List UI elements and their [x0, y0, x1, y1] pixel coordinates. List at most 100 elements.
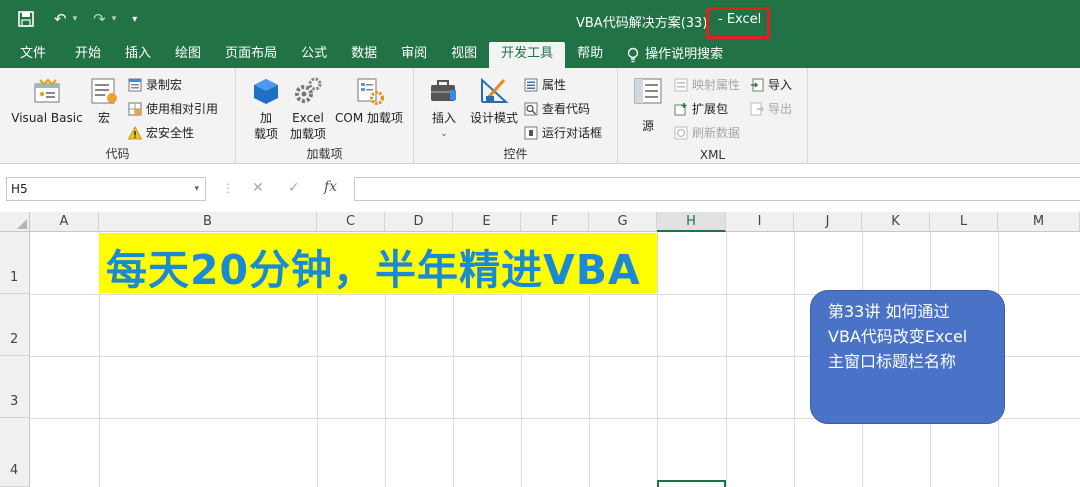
row-header-2[interactable]: 2: [0, 294, 30, 356]
tab-formulas[interactable]: 公式: [289, 42, 339, 68]
checkmark-icon[interactable]: ✓: [288, 180, 300, 196]
refresh-icon: [674, 126, 688, 139]
map-properties-label: 映射属性: [692, 78, 741, 92]
tell-me-search[interactable]: 操作说明搜索: [615, 42, 735, 68]
macros-label: 宏: [97, 111, 110, 125]
relative-reference-button[interactable]: 使用相对引用: [128, 100, 218, 117]
undo-icon[interactable]: ↶: [54, 10, 67, 28]
redo-dropdown-icon[interactable]: ▾: [112, 14, 117, 24]
com-addins-icon: [357, 78, 384, 105]
column-header-d[interactable]: D: [385, 212, 453, 232]
column-header-a[interactable]: A: [30, 212, 99, 232]
grid-line: [794, 232, 795, 487]
tab-insert[interactable]: 插入: [113, 42, 163, 68]
column-header-i[interactable]: I: [726, 212, 794, 232]
column-header-e[interactable]: E: [453, 212, 521, 232]
excel-addins-button[interactable]: Excel 加载项: [288, 76, 328, 142]
insert-control-button[interactable]: 插入 ⌄: [426, 76, 462, 142]
column-header-k[interactable]: K: [862, 212, 930, 232]
tab-developer[interactable]: 开发工具: [489, 42, 566, 68]
group-code-label: 代码: [105, 147, 130, 161]
properties-label: 属性: [542, 78, 567, 92]
note-line-1: 第33讲 如何通过: [828, 302, 950, 321]
cancel-icon[interactable]: ✕: [252, 180, 264, 196]
refresh-data-label: 刷新数据: [692, 126, 741, 140]
tab-page-layout[interactable]: 页面布局: [213, 42, 289, 68]
column-header-h[interactable]: H: [657, 212, 726, 232]
formula-bar-grip-icon: ⋮: [222, 181, 234, 195]
tab-file[interactable]: 文件: [0, 42, 63, 68]
save-icon[interactable]: [18, 11, 34, 27]
macro-security-button[interactable]: 宏安全性: [128, 124, 194, 141]
addins-label-line1: 加: [259, 111, 272, 125]
column-header-b[interactable]: B: [99, 212, 317, 232]
window-title: VBA代码解决方案(33): [576, 16, 708, 31]
column-header-j[interactable]: J: [794, 212, 862, 232]
redo-icon[interactable]: ↷: [93, 10, 106, 28]
expansion-packs-button[interactable]: 扩展包: [674, 100, 728, 117]
name-box-value: H5: [11, 182, 28, 196]
tab-data[interactable]: 数据: [339, 42, 389, 68]
highlight-box: [706, 7, 770, 39]
macros-button[interactable]: 宏: [86, 76, 122, 126]
column-header-l[interactable]: L: [930, 212, 998, 232]
export-button[interactable]: 导出: [750, 100, 792, 117]
row-header-1[interactable]: 1: [0, 232, 30, 294]
lesson-note-shape[interactable]: 第33讲 如何通过 VBA代码改变Excel 主窗口标题栏名称: [810, 290, 1005, 424]
visual-basic-label: Visual Basic: [11, 111, 83, 125]
banner-text: 每天20分钟，半年精进VBA: [106, 246, 641, 294]
xml-source-button[interactable]: 源: [632, 76, 664, 134]
row-header-3[interactable]: 3: [0, 356, 30, 418]
group-addins: 加 载项 Excel 加载项 COM 加载项 加载项: [236, 68, 414, 164]
macros-icon: [91, 78, 117, 104]
name-box-dropdown-icon[interactable]: ▾: [194, 178, 199, 200]
refresh-data-button[interactable]: 刷新数据: [674, 124, 740, 141]
expansion-packs-icon: [674, 102, 687, 115]
visual-basic-button[interactable]: Visual Basic: [10, 76, 84, 126]
properties-button[interactable]: 属性: [524, 76, 566, 93]
record-macro-button[interactable]: 录制宏: [128, 76, 182, 93]
relative-reference-icon: [128, 102, 142, 115]
addins-button[interactable]: 加 载项: [248, 76, 284, 142]
row-header-4[interactable]: 4: [0, 418, 30, 487]
grid-line: [657, 232, 658, 487]
run-dialog-label: 运行对话框: [542, 126, 603, 140]
com-addins-button[interactable]: COM 加载项: [332, 76, 406, 126]
import-button[interactable]: 导入: [750, 76, 792, 93]
properties-icon: [524, 78, 538, 91]
column-header-g[interactable]: G: [589, 212, 657, 232]
relative-reference-label: 使用相对引用: [146, 102, 219, 116]
formula-bar: H5 ▾ ⋮ ✕ ✓ fx: [0, 176, 1080, 202]
column-header-m[interactable]: M: [998, 212, 1080, 232]
tab-help[interactable]: 帮助: [565, 42, 615, 68]
tab-draw[interactable]: 绘图: [163, 42, 213, 68]
tab-home[interactable]: 开始: [63, 42, 113, 68]
undo-dropdown-icon[interactable]: ▾: [73, 14, 78, 24]
export-label: 导出: [768, 102, 793, 116]
tab-view[interactable]: 视图: [439, 42, 489, 68]
map-properties-icon: [674, 78, 688, 91]
run-dialog-icon: [524, 126, 538, 139]
note-line-2: VBA代码改变Excel: [828, 327, 968, 346]
column-header-f[interactable]: F: [521, 212, 589, 232]
formula-input[interactable]: [354, 177, 1080, 201]
ribbon-tabs: 文件 开始 插入 绘图 页面布局 公式 数据 审阅 视图 开发工具 帮助 操作说…: [0, 42, 1080, 68]
insert-control-dropdown-icon: ⌄: [440, 129, 448, 139]
map-properties-button[interactable]: 映射属性: [674, 76, 740, 93]
run-dialog-button[interactable]: 运行对话框: [524, 124, 602, 141]
insert-function-icon[interactable]: fx: [324, 179, 337, 195]
group-code: Visual Basic 宏 录制宏 使用相对引用 宏安全性 代码: [0, 68, 236, 164]
column-header-c[interactable]: C: [317, 212, 385, 232]
view-code-button[interactable]: 查看代码: [524, 100, 590, 117]
record-macro-label: 录制宏: [146, 78, 183, 92]
select-all-corner[interactable]: [0, 212, 30, 232]
name-box[interactable]: H5 ▾: [6, 177, 206, 201]
import-label: 导入: [768, 78, 793, 92]
design-mode-button[interactable]: 设计模式: [466, 76, 522, 126]
excel-addins-label-line1: Excel: [292, 111, 324, 125]
tab-review[interactable]: 审阅: [389, 42, 439, 68]
view-code-label: 查看代码: [542, 102, 591, 116]
view-code-icon: [524, 102, 538, 115]
active-cell-h5[interactable]: [657, 480, 726, 487]
customize-icon[interactable]: ▾: [132, 14, 137, 25]
